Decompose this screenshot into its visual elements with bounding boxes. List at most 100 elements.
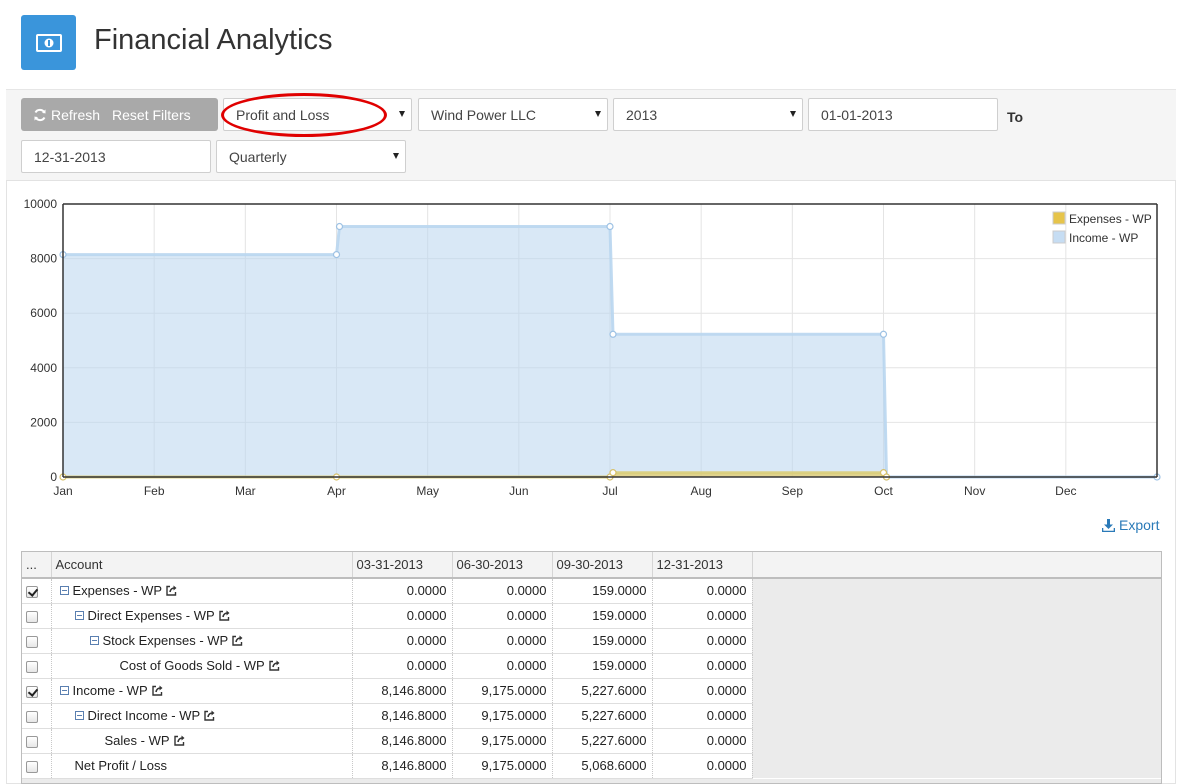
value-cell: 0.0000 — [452, 653, 553, 679]
data-point — [606, 222, 614, 231]
open-link-icon[interactable] — [204, 710, 215, 721]
open-link-icon[interactable] — [151, 685, 163, 696]
company-select[interactable]: Wind Power LLC — [418, 98, 608, 131]
table-row[interactable]: Direct Expenses - WP 0.0000 0.0000 159.0000… — [22, 603, 1161, 629]
chevron-down-icon — [399, 111, 405, 117]
table-row[interactable]: Expenses - WP 0.0000 0.0000 159.0000 0.0000 — [22, 578, 1161, 604]
legend-swatch — [1052, 230, 1066, 244]
x-tick-label: Nov — [964, 484, 985, 498]
row-checkbox[interactable] — [26, 585, 38, 598]
value-cell: 159.0000 — [552, 628, 653, 654]
value-cell: 0.0000 — [452, 578, 553, 604]
value-cell: 5,227.6000 — [552, 703, 653, 729]
filler-cell — [752, 628, 1161, 653]
to-date-input[interactable]: 12-31-2013 — [21, 140, 211, 173]
row-checkbox[interactable] — [26, 710, 38, 723]
account-cell: Stock Expenses - WP — [51, 628, 353, 654]
account-name: Net Profit / Loss — [74, 758, 167, 773]
value-cell: 0.0000 — [352, 578, 453, 604]
collapse-icon[interactable] — [59, 686, 69, 696]
table-row[interactable]: Stock Expenses - WP 0.0000 0.0000 159.0000 0… — [22, 628, 1161, 654]
value-cell: 0.0000 — [352, 653, 453, 679]
reset-filters-label: Reset Filters — [112, 106, 191, 123]
value-cell: 5,227.6000 — [552, 678, 653, 704]
y-tick-label: 2000 — [30, 415, 57, 429]
account-name: Expenses - WP — [72, 583, 163, 599]
open-link-icon[interactable] — [232, 635, 243, 646]
collapse-icon[interactable] — [89, 636, 99, 646]
button-group: Refresh Reset Filters — [21, 98, 218, 131]
table-row[interactable]: Cost of Goods Sold - WP 0.0000 0.0000 159.0… — [22, 653, 1161, 679]
column-header-q4[interactable]: 12-31-2013 — [652, 552, 753, 579]
collapse-icon[interactable] — [59, 586, 69, 596]
from-date-value: 01-01-2013 — [821, 106, 893, 123]
row-checkbox[interactable] — [26, 760, 38, 773]
filler-cell — [752, 603, 1161, 628]
open-link-icon[interactable] — [173, 735, 185, 746]
y-tick-label: 0 — [50, 470, 57, 484]
export-button[interactable]: Export — [1102, 517, 1159, 533]
page-title: Financial Analytics — [94, 24, 333, 56]
value-cell: 0.0000 — [652, 653, 753, 679]
value-cell: 159.0000 — [552, 653, 653, 679]
company-value: Wind Power LLC — [431, 106, 537, 123]
export-label: Export — [1119, 517, 1160, 533]
filler-cell — [752, 703, 1161, 728]
account-name: Direct Expenses - WP — [87, 608, 215, 623]
column-header-q1[interactable]: 03-31-2013 — [352, 552, 453, 579]
open-link-icon[interactable] — [166, 585, 177, 597]
account-cell: Net Profit / Loss — [51, 753, 353, 779]
x-tick-label: Dec — [1055, 484, 1076, 498]
value-cell: 9,175.0000 — [452, 728, 553, 754]
table-row[interactable]: Direct Income - WP 8,146.8000 9,175.0000 5,… — [22, 703, 1161, 729]
data-point — [335, 222, 344, 231]
money-icon — [21, 15, 76, 70]
account-cell: Cost of Goods Sold - WP — [51, 653, 353, 679]
collapse-icon[interactable] — [74, 611, 84, 621]
value-cell: 5,227.6000 — [552, 728, 653, 754]
series-area — [63, 226, 887, 477]
value-cell: 0.0000 — [352, 628, 453, 654]
row-checkbox[interactable] — [26, 660, 38, 673]
column-header-q3[interactable]: 09-30-2013 — [552, 552, 653, 579]
row-select-cell — [22, 753, 52, 779]
from-date-input[interactable]: 01-01-2013 — [808, 98, 998, 131]
row-select-cell — [22, 628, 52, 654]
value-cell: 0.0000 — [652, 628, 753, 654]
account-name: Stock Expenses - WP — [102, 633, 229, 648]
row-checkbox[interactable] — [26, 685, 38, 698]
table-header-row: ... Account 03-31-2013 06-30-2013 09-30-… — [22, 552, 1161, 579]
value-cell: 8,146.8000 — [352, 728, 453, 754]
refresh-button[interactable]: Refresh — [21, 98, 112, 131]
y-tick-label: 8000 — [30, 252, 57, 266]
periodicity-select[interactable]: Quarterly — [216, 140, 406, 173]
value-cell: 0.0000 — [652, 728, 753, 754]
open-link-icon[interactable] — [218, 610, 230, 621]
row-checkbox[interactable] — [26, 635, 38, 648]
table-row[interactable]: Net Profit / Loss 8,146.8000 9,175.0000 5,0… — [22, 753, 1161, 779]
legend-label: Expenses - WP — [1069, 212, 1152, 226]
y-tick-label: 10000 — [24, 197, 58, 211]
row-select-cell — [22, 703, 52, 729]
value-cell: 0.0000 — [652, 603, 753, 629]
table-row[interactable]: Income - WP 8,146.8000 9,175.0000 5,227.600… — [22, 678, 1161, 704]
table-row[interactable]: Sales - WP 8,146.8000 9,175.0000 5,227.6000… — [22, 728, 1161, 754]
x-tick-label: Sep — [782, 484, 804, 498]
data-point — [609, 469, 617, 477]
row-checkbox[interactable] — [26, 735, 38, 748]
column-header-q2[interactable]: 06-30-2013 — [452, 552, 553, 579]
column-header-account[interactable]: Account — [51, 552, 353, 579]
x-tick-label: Jan — [53, 484, 72, 498]
row-select-cell — [22, 728, 52, 754]
collapse-icon[interactable] — [74, 711, 84, 721]
row-checkbox[interactable] — [26, 610, 38, 623]
data-point — [609, 330, 617, 338]
column-header-select[interactable]: ... — [22, 552, 52, 579]
open-link-icon[interactable] — [269, 660, 280, 671]
filler-cell — [752, 578, 1161, 603]
x-tick-label: Mar — [235, 484, 256, 498]
report-type-select[interactable]: Profit and Loss — [223, 98, 412, 131]
account-cell: Expenses - WP — [51, 578, 353, 604]
year-select[interactable]: 2013 — [613, 98, 803, 131]
reset-filters-button[interactable]: Reset Filters — [112, 98, 203, 131]
